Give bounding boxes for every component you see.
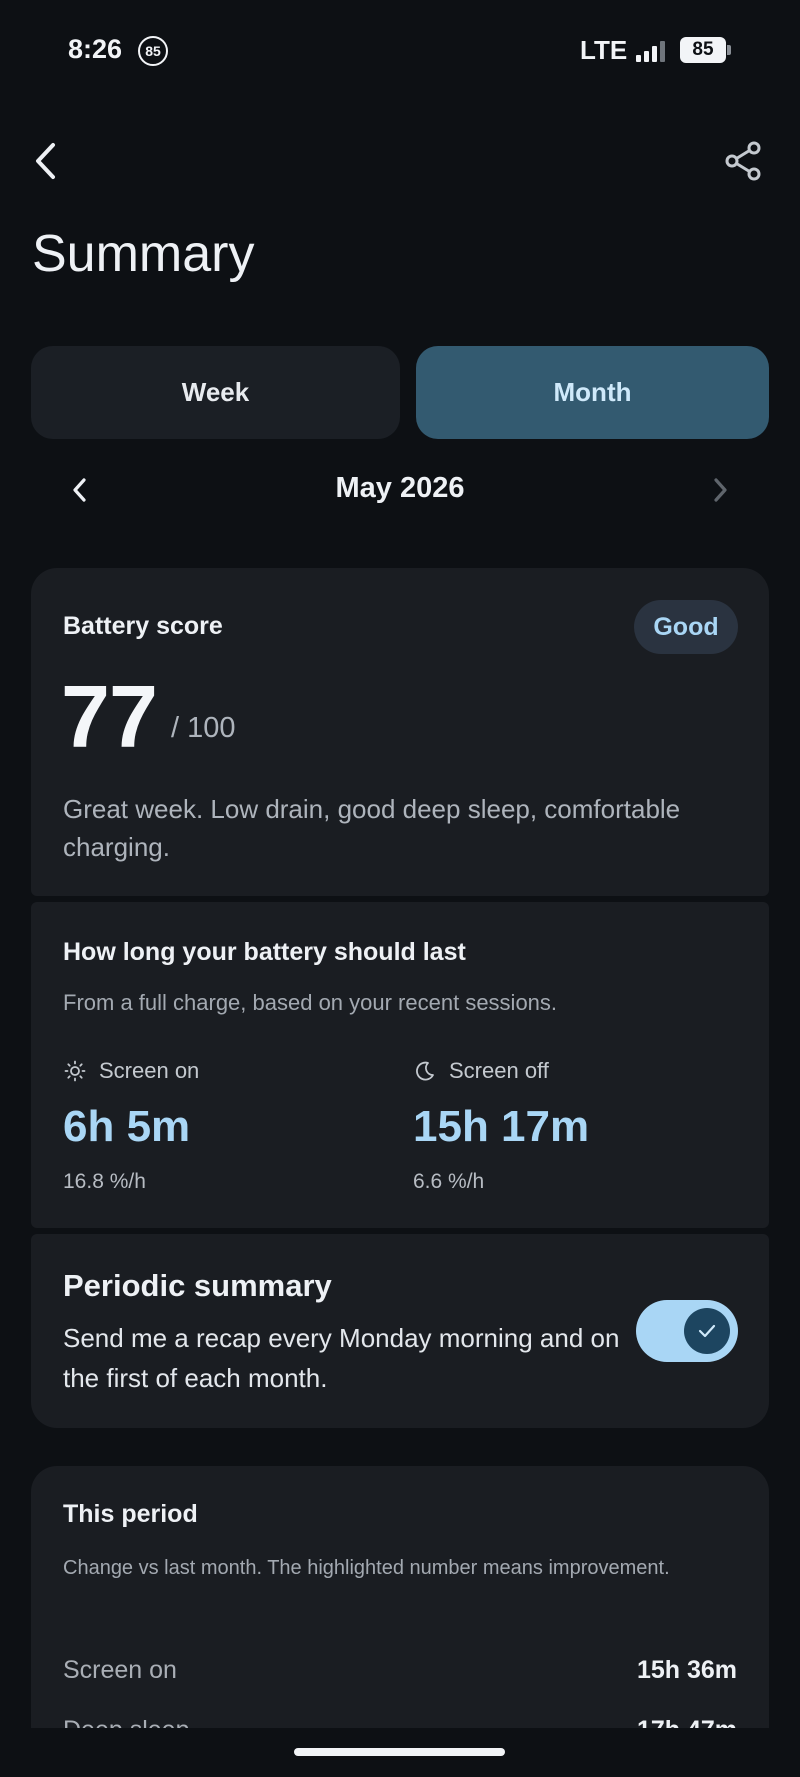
chevron-right-icon [714, 478, 727, 502]
check-icon [684, 1308, 730, 1354]
page-title: Summary [32, 225, 255, 283]
screen-on-metric: Screen on 6h 5m 16.8 %/h [63, 1058, 383, 1208]
sun-icon [63, 1059, 87, 1083]
battery-icon: 85 [680, 37, 731, 63]
this-period-title: This period [63, 1500, 198, 1528]
status-bar: 8:26 85 LTE 85 [0, 28, 800, 72]
screen-on-value: 6h 5m [63, 1102, 191, 1151]
share-button[interactable] [720, 136, 766, 186]
moon-icon [413, 1059, 437, 1083]
battery-life-subtitle: From a full charge, based on your recent… [63, 990, 558, 1015]
next-period-button[interactable] [702, 470, 738, 510]
signal-strength-icon [636, 40, 670, 62]
summary-screen: 8:26 85 LTE 85 Summary Week Month May 20… [0, 0, 800, 1777]
battery-score-value: 77 [61, 667, 158, 766]
this-period-card: This period Change vs last month. The hi… [31, 1466, 769, 1756]
status-time: 8:26 [68, 34, 123, 64]
home-indicator[interactable] [294, 1748, 505, 1756]
period-label: May 2026 [335, 472, 465, 504]
battery-life-title: How long your battery should last [63, 938, 466, 966]
periodic-summary-card: Periodic summary Send me a recap every M… [31, 1234, 769, 1428]
table-row: Screen on 15h 36m [63, 1650, 737, 1690]
battery-score-card: Battery score Good 77 / 100 Great week. … [31, 568, 769, 896]
screen-on-rate: 16.8 %/h [63, 1170, 146, 1193]
row-label: Screen on [63, 1655, 177, 1684]
back-button[interactable] [26, 136, 66, 186]
periodic-summary-description: Send me a recap every Monday morning and… [63, 1323, 620, 1393]
battery-score-description: Great week. Low drain, good deep sleep, … [63, 794, 681, 862]
row-value: 15h 36m [636, 1655, 737, 1684]
screen-off-rate: 6.6 %/h [413, 1170, 485, 1193]
battery-level: 85 [680, 37, 726, 63]
share-icon [725, 141, 761, 181]
network-type-label: LTE [580, 35, 628, 65]
tab-week[interactable]: Week [31, 346, 400, 439]
screen-on-label: Screen on [99, 1058, 200, 1083]
tab-month[interactable]: Month [416, 346, 769, 439]
battery-life-card: How long your battery should last From a… [31, 902, 769, 1228]
chevron-left-icon [36, 143, 55, 179]
periodic-summary-title: Periodic summary [63, 1268, 332, 1303]
screen-off-metric: Screen off 15h 17m 6.6 %/h [413, 1058, 733, 1208]
battery-score-max: / 100 [171, 712, 236, 744]
screen-off-label: Screen off [449, 1058, 549, 1083]
notification-count-badge: 85 [138, 36, 168, 66]
battery-score-label: Battery score [63, 612, 223, 640]
periodic-summary-toggle[interactable] [636, 1300, 738, 1362]
this-period-description: Change vs last month. The highlighted nu… [63, 1557, 670, 1579]
score-status-badge: Good [634, 600, 738, 654]
screen-off-value: 15h 17m [413, 1102, 590, 1151]
